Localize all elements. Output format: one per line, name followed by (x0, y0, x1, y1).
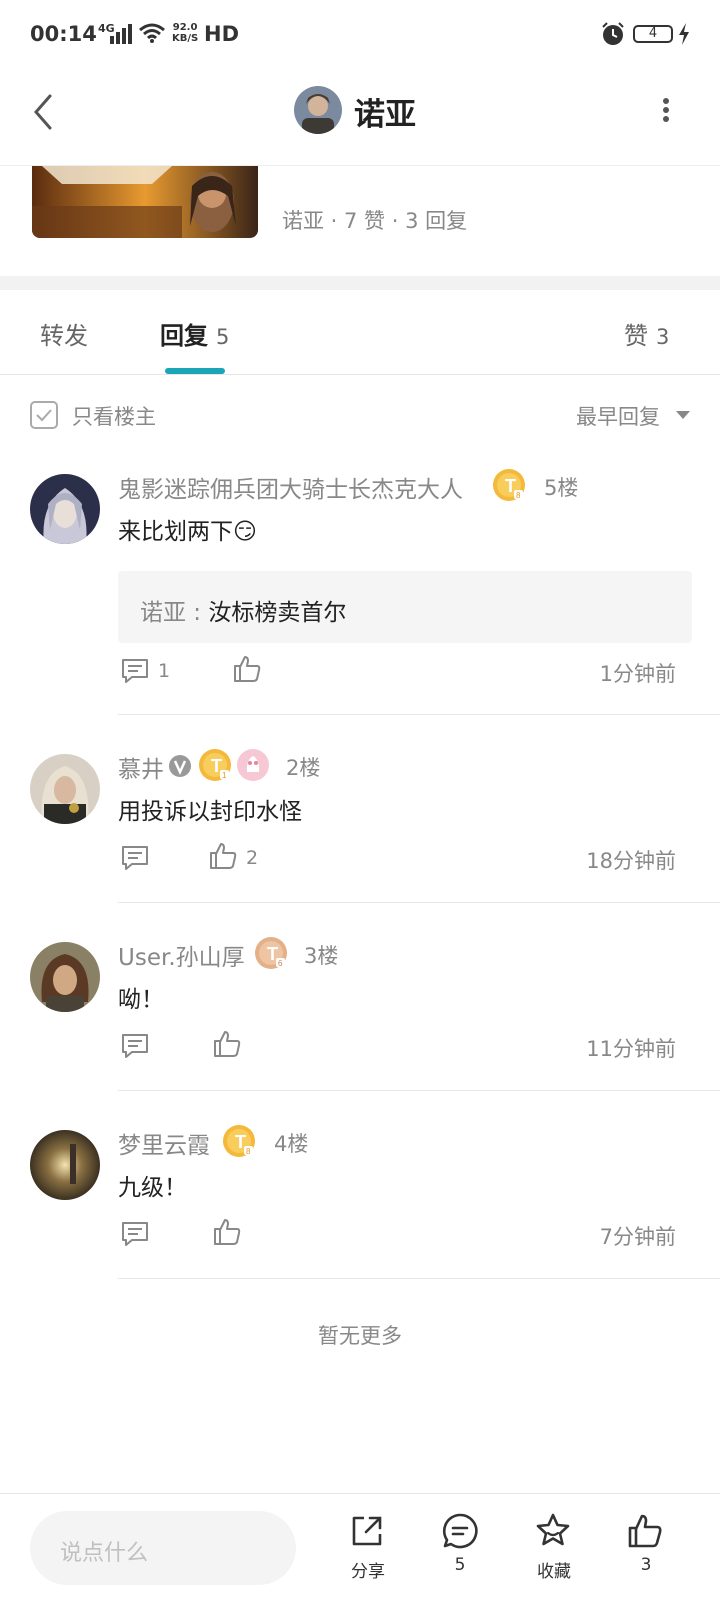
commenter-name[interactable]: 梦里云霞 (118, 1126, 210, 1160)
quoted-author: 诺亚 (140, 600, 186, 626)
network-speed: 92.0 KB/S (172, 22, 198, 44)
tab-bar: 转发 回复 5 赞3 (0, 290, 720, 375)
reply-count: 1 (158, 660, 171, 682)
comment-input-placeholder: 说点什么 (60, 1541, 149, 1566)
status-bar: 00:14 4G 92.0 KB/S HD 4 (0, 0, 720, 70)
like-count: 3 (640, 1555, 652, 1575)
reply-icon[interactable] (120, 656, 150, 686)
share-icon[interactable] (348, 1512, 386, 1550)
speed-value: 92.0 (172, 22, 198, 33)
commenter-avatar[interactable] (30, 754, 100, 824)
tab-forward-label: 转发 (40, 322, 88, 350)
reply-icon[interactable] (120, 1031, 150, 1061)
tab-likes[interactable]: 赞3 (624, 316, 669, 351)
author-avatar[interactable] (294, 86, 342, 134)
like-icon[interactable] (232, 654, 262, 684)
battery-indicator: 4 (633, 25, 673, 43)
quoted-reply-text: 诺亚 : 汝标榜卖首尔 (140, 600, 347, 626)
sort-dropdown[interactable]: 最早回复 (576, 401, 660, 431)
tab-likes-count: 3 (656, 325, 670, 349)
level-badge-icon: T 8 (223, 1125, 255, 1157)
comment-count: 5 (454, 1555, 466, 1575)
post-thumbnail[interactable] (32, 166, 258, 238)
svg-text:1: 1 (222, 771, 227, 780)
tab-forward[interactable]: 转发 (40, 316, 88, 351)
more-icon[interactable] (662, 98, 670, 122)
hd-indicator: HD (204, 22, 240, 46)
svg-text:6: 6 (278, 959, 283, 968)
commenter-avatar[interactable] (30, 942, 100, 1012)
comment-divider (118, 1278, 720, 1279)
level-badge-icon: T 6 (255, 937, 287, 969)
commenter-name[interactable]: 慕井 (118, 750, 164, 784)
like-icon[interactable] (626, 1512, 664, 1550)
share-label[interactable]: 分享 (338, 1557, 398, 1582)
level-badge-icon: T 8 (493, 469, 525, 501)
tab-likes-label: 赞 (624, 322, 648, 350)
section-divider (0, 276, 720, 290)
page-title: 诺亚 (354, 97, 416, 133)
like-icon[interactable] (208, 841, 238, 871)
comment-divider (118, 902, 720, 903)
commenter-name[interactable]: User.孙山厚 (118, 938, 245, 972)
comment-icon[interactable] (441, 1512, 479, 1550)
post-meta: 诺亚 · 7 赞 · 3 回复 (282, 209, 468, 233)
floor-number: 2楼 (286, 756, 321, 780)
tab-replies-label: 回复 (160, 322, 208, 350)
comment-text: 呦！ (118, 987, 164, 1013)
comment-divider (118, 714, 720, 715)
comment-time: 11分钟前 (586, 1037, 676, 1061)
comment-text: 来比划两下😏 (118, 519, 257, 545)
comment-time: 7分钟前 (599, 1225, 676, 1249)
favorite-label[interactable]: 收藏 (524, 1557, 584, 1582)
svg-text:8: 8 (516, 491, 521, 500)
wifi-icon (139, 23, 165, 43)
signal-icon (110, 24, 132, 44)
floor-number: 3楼 (304, 944, 339, 968)
commenter-avatar[interactable] (30, 474, 100, 544)
comment-time: 18分钟前 (586, 849, 676, 873)
like-icon[interactable] (212, 1217, 242, 1247)
comment-text: 九级！ (118, 1175, 187, 1201)
active-tab-indicator (165, 368, 225, 374)
check-icon (36, 409, 52, 422)
level-badge-icon: T 1 (199, 749, 231, 781)
like-icon[interactable] (212, 1029, 242, 1059)
alarm-icon (602, 22, 624, 45)
back-arrow-icon[interactable] (30, 92, 56, 132)
commenter-avatar[interactable] (30, 1130, 100, 1200)
comment-time: 1分钟前 (599, 662, 676, 686)
tab-replies[interactable]: 回复 5 (160, 316, 229, 351)
charging-icon (679, 23, 689, 45)
fan-badge-icon (237, 749, 269, 781)
only-owner-checkbox[interactable] (30, 401, 58, 429)
svg-text:8: 8 (246, 1147, 251, 1156)
quoted-body: 汝标榜卖首尔 (208, 600, 347, 626)
verified-icon (169, 755, 191, 777)
speed-unit: KB/S (172, 33, 199, 44)
caret-down-icon[interactable] (676, 410, 690, 420)
only-owner-label[interactable]: 只看楼主 (72, 401, 156, 431)
reply-icon[interactable] (120, 843, 150, 873)
floor-number: 5楼 (544, 476, 579, 500)
floor-number: 4楼 (274, 1132, 309, 1156)
star-icon[interactable] (534, 1512, 572, 1550)
commenter-name[interactable]: 鬼影迷踪佣兵团大骑士长杰克大人 (118, 470, 463, 504)
comment-divider (118, 1090, 720, 1091)
no-more-text: 暂无更多 (318, 1324, 402, 1348)
status-time: 00:14 (30, 22, 97, 46)
tab-replies-count: 5 (216, 325, 230, 349)
reply-icon[interactable] (120, 1219, 150, 1249)
like-count: 2 (246, 847, 259, 869)
comment-text: 用投诉以封印水怪 (118, 799, 302, 825)
